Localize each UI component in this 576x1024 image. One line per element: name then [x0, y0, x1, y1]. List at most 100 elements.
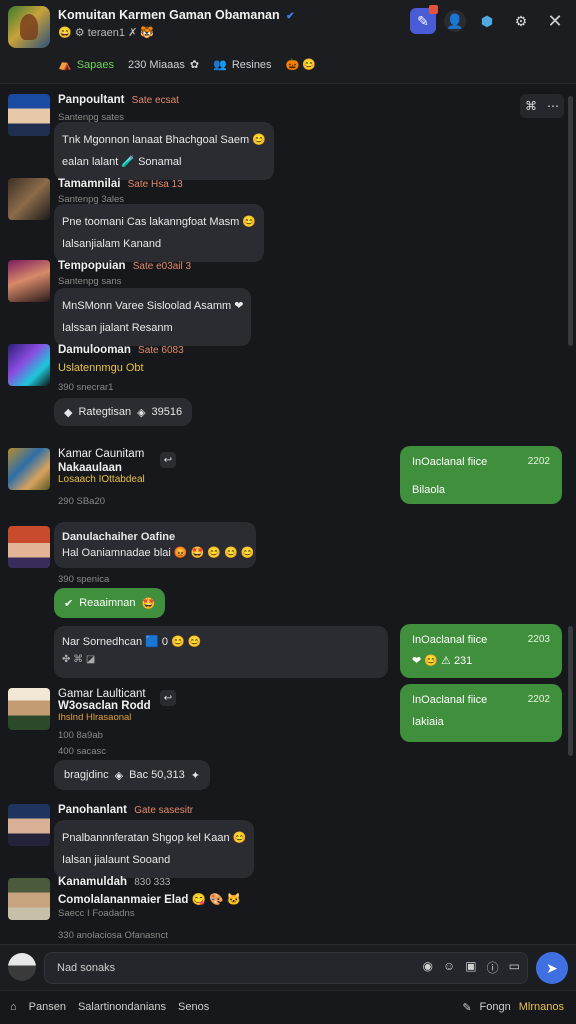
close-icon: ✕: [547, 10, 563, 31]
cube-icon: ◈: [114, 769, 124, 782]
avatar[interactable]: [8, 878, 50, 920]
attachment-pill[interactable]: ◆ Rategtisan ◈ 39516: [54, 398, 193, 426]
footer-status-label[interactable]: Fongn: [480, 1001, 511, 1014]
avatar[interactable]: [8, 260, 50, 302]
attachment-pill[interactable]: bragjdinc ◈ Bac 50,313 ✦: [54, 760, 210, 790]
home-icon[interactable]: ⌂: [10, 1001, 17, 1013]
close-button[interactable]: ✕: [542, 8, 568, 34]
message-link[interactable]: Uslatennmgu Obt: [58, 362, 144, 374]
people-icon: 👥: [213, 59, 227, 71]
message-meta: Sate ecsat: [131, 95, 179, 106]
sent-message-body: ❤ 😊 ⚠ 231: [412, 655, 473, 667]
tab-members[interactable]: 230 Miaaas ✿: [128, 58, 200, 72]
info-icon[interactable]: ⓘ: [487, 959, 499, 976]
message-subtitle-accent: Ihslnd Hlrasaonal: [58, 712, 132, 723]
composer-tools: ◉ ☺ ▣ ⓘ ▭: [423, 959, 520, 976]
message-bubble[interactable]: Nar Sornedhcan 🟦 0 😊 😊 ✤ ⌘ ◪: [54, 626, 388, 678]
tab-label: Sapaes: [76, 58, 115, 71]
user-avatar-button[interactable]: 👤: [444, 10, 466, 32]
message-meta: Gate sasesitr: [134, 805, 194, 816]
message-link[interactable]: Losaach IOttabdeal: [58, 474, 145, 485]
subtitle-emojis-left: 😄 ⚙: [58, 27, 85, 39]
message-link[interactable]: Comolalananmaier Elad 😋 🎨 🐱: [58, 892, 241, 906]
scrollbar-lower[interactable]: [568, 626, 573, 756]
reply-icon[interactable]: ↩: [160, 452, 176, 468]
sent-message-bubble[interactable]: InOaclanal fiice 2202 Iakiaia: [400, 684, 562, 742]
tab-spaces[interactable]: ⛺ Sapaes: [58, 58, 115, 72]
message-meta: Sate e03ail 3: [132, 261, 192, 272]
message-bubble[interactable]: Danulachaiher Oafine Hal Oaniamnadae bla…: [54, 522, 256, 568]
avatar[interactable]: [8, 344, 50, 386]
check-icon: ✔: [64, 597, 74, 610]
message-link[interactable]: W3osaclan Rodd: [58, 700, 151, 712]
message-subtitle: 330 anolaciosa Ofanasnct: [58, 930, 168, 941]
sent-message-bubble[interactable]: InOaclanal fiice 2203 ❤ 😊 ⚠ 231: [400, 624, 562, 678]
reaction-icons[interactable]: ✤ ⌘ ◪: [62, 651, 380, 669]
message-subtitle: Saecc I Foadadns: [58, 908, 135, 919]
message-line: Tnk Mgonnon lanaat Bhachgoal Saem 😊: [62, 134, 266, 146]
settings-button[interactable]: ⚙: [508, 8, 534, 34]
footer-status: ✎ Fongn Mlrnanos: [462, 1001, 564, 1014]
gif-icon[interactable]: ▭: [509, 959, 520, 976]
footer-status-accent[interactable]: Mlrnanos: [519, 1001, 564, 1014]
author-name: Kamar Caunitam: [58, 448, 145, 460]
author-line: Tempopuian Sate e03ail 3: [58, 260, 191, 272]
sent-message-time: 2203: [527, 634, 550, 645]
message-meta: Sate Hsa 13: [127, 179, 183, 190]
message-subtitle: Santenpg sans: [58, 276, 122, 287]
avatar[interactable]: [8, 448, 50, 490]
sent-message-time: 2202: [527, 694, 550, 705]
reply-icon[interactable]: ↩: [160, 690, 176, 706]
tag-icon: ◆: [64, 406, 73, 419]
shield-icon: ⬢: [480, 12, 494, 29]
footer-link[interactable]: Pansen: [29, 1001, 66, 1013]
footer-link[interactable]: Salartinondanians: [78, 1001, 166, 1013]
pin-icon: ✎: [462, 1002, 472, 1014]
footer-nav: ⌂ Pansen Salartinondanians Senos: [10, 1001, 209, 1013]
emoji-icon: 🤩: [141, 597, 156, 610]
my-avatar[interactable]: [8, 953, 36, 981]
group-avatar[interactable]: [8, 6, 50, 48]
tab-resources[interactable]: 👥 Resines: [213, 58, 272, 72]
feed-tools: ⌘ ⋯: [520, 94, 564, 118]
emoji-group: 🎃 😊: [285, 59, 317, 71]
send-button[interactable]: ➤: [536, 952, 568, 984]
avatar[interactable]: [8, 94, 50, 136]
emoji-icon[interactable]: ☺: [443, 959, 455, 976]
verified-icon: ✔: [286, 11, 295, 22]
avatar[interactable]: [8, 688, 50, 730]
toggle-icon[interactable]: ◉: [423, 959, 433, 976]
author-name: Panohanlant: [58, 804, 128, 816]
action-pill-button[interactable]: ✔ Reaaimnan 🤩: [54, 588, 166, 618]
footer-link[interactable]: Senos: [178, 1001, 209, 1013]
message-line: Ialssan jialant Resanm: [62, 322, 173, 334]
shield-button[interactable]: ⬢: [474, 8, 500, 34]
message-bubble[interactable]: Pne toomani Cas lakanngfoat Masm 😊 Ialsa…: [54, 204, 265, 262]
compose-icon: ✎: [417, 12, 429, 29]
author-name: Panpoultant: [58, 94, 125, 106]
tab-label: Resines: [231, 58, 272, 71]
author-name: Tempopuian: [58, 260, 126, 272]
author-name: Tamamnilai: [58, 178, 121, 190]
author-name: Kanamuldah: [58, 876, 128, 888]
notifications-button[interactable]: ✎: [410, 5, 438, 34]
avatar[interactable]: [8, 526, 50, 568]
grid-icon[interactable]: ⌘: [525, 99, 537, 113]
message-bubble[interactable]: Tnk Mgonnon lanaat Bhachgoal Saem 😊 eala…: [54, 122, 274, 180]
avatar[interactable]: [8, 804, 50, 846]
subtitle-text: teraen1: [87, 27, 125, 39]
header-actions: ✎ 👤 ⬢ ⚙ ✕: [410, 5, 568, 34]
avatar[interactable]: [8, 178, 50, 220]
author-name: Damulooman: [58, 344, 131, 356]
flower-icon: ✿: [189, 59, 200, 71]
message-feed[interactable]: ⌘ ⋯ Panpoultant Sate ecsat Santenpg sate…: [0, 86, 576, 944]
sent-message-bubble[interactable]: InOaclanal fiice 2202 Bilaola: [400, 446, 562, 504]
message-composer: ◉ ☺ ▣ ⓘ ▭ ➤: [0, 944, 576, 990]
message-bubble[interactable]: Pnalbannnferatan Shgop kel Kaan 😊 Ialsan…: [54, 820, 255, 878]
image-icon[interactable]: ▣: [465, 959, 476, 976]
author-line: Kamar Caunitam: [58, 448, 144, 460]
group-header: Komuitan Karmen Gaman Obamanan ✔ 😄 ⚙ ter…: [0, 0, 576, 84]
scrollbar[interactable]: [568, 96, 573, 346]
message-bubble[interactable]: MnSMonn Varee Sisloolad Asamm ❤ Ialssan …: [54, 288, 252, 346]
more-icon[interactable]: ⋯: [547, 99, 559, 113]
